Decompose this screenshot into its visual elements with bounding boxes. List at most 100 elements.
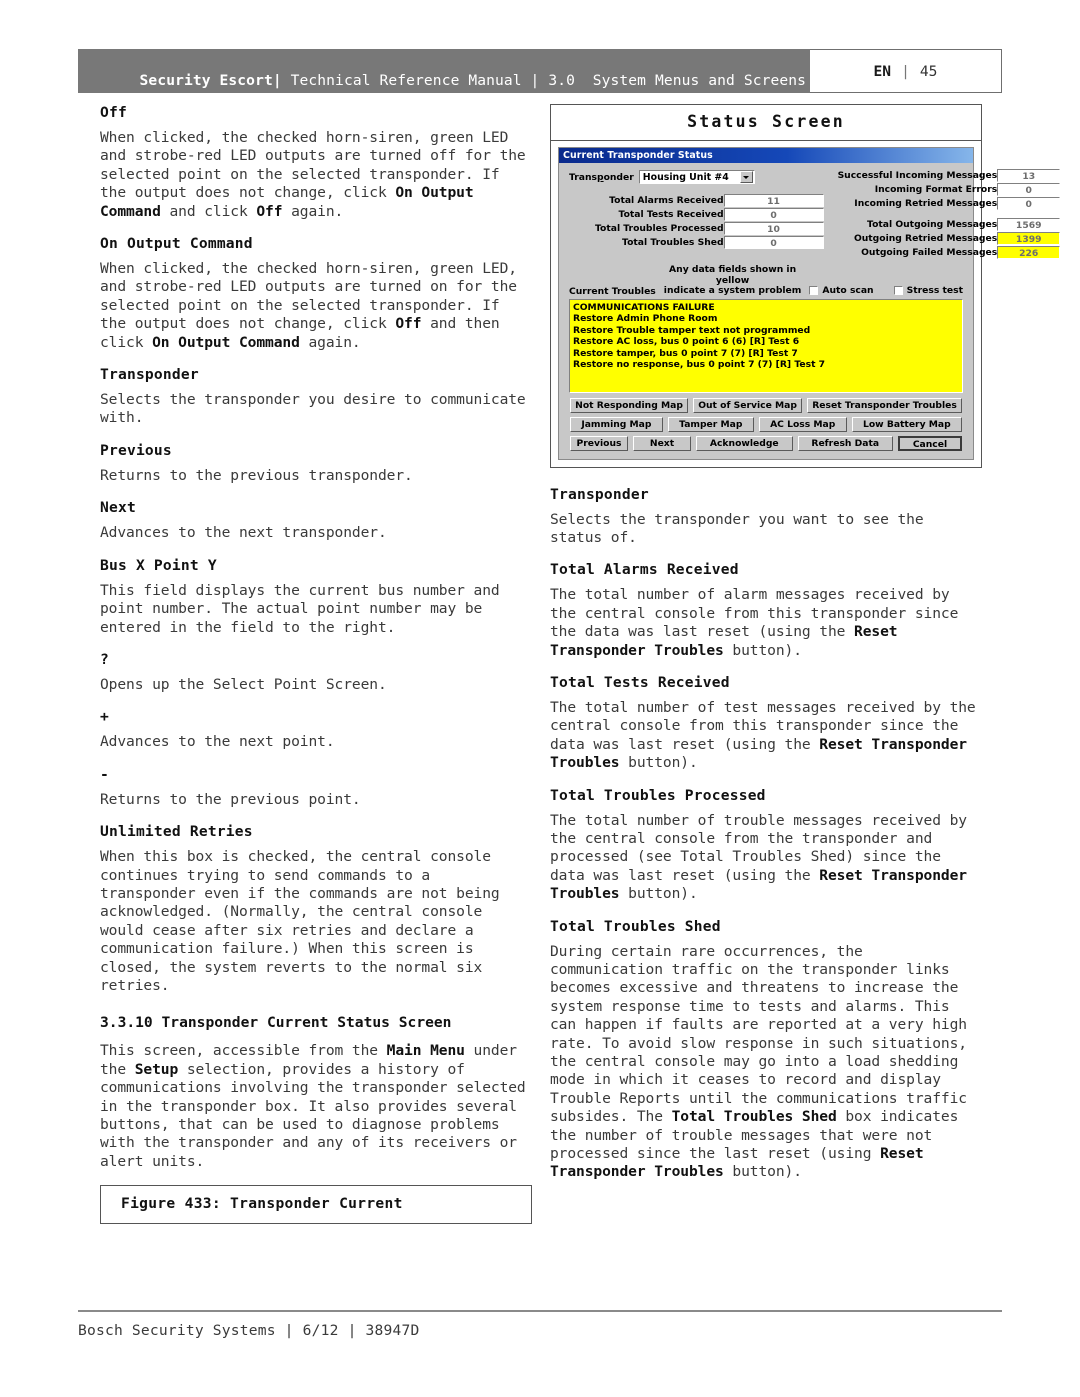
desc-off: When clicked, the checked horn-siren, gr… [100,129,526,220]
field-label: Successful Incoming Messages [837,169,998,181]
previous-button[interactable]: Previous [570,435,628,451]
header-language: EN [873,62,892,80]
page-header: Security Escort| Technical Reference Man… [78,49,1002,93]
desc-next: Advances to the next transponder. [100,524,387,542]
field-label: Total Alarms Received [609,194,724,206]
chevron-down-icon[interactable] [739,171,753,183]
ref-total-troubles-shed: Total Troubles Shed [671,1108,837,1126]
transponder-label: Transponder [569,171,634,183]
section-heading-3-3-10: 3.3.10 Transponder Current Status Screen [100,1013,532,1033]
jamming-map-button[interactable]: Jamming Map [570,416,663,432]
transponder-dropdown[interactable]: Housing Unit #4 [638,170,755,184]
term-bus-x-point-y: Bus X Point Y [100,556,217,574]
desc-bus-x-point-y: This field displays the current bus numb… [100,581,500,636]
footer-divider [78,1310,1002,1312]
next-button[interactable]: Next [633,435,691,451]
ref-off: Off [256,202,283,220]
dialog-button-row-2: Jamming Map Tamper Map AC Loss Map Low B… [570,416,963,432]
field-label: Outgoing Failed Messages [861,246,998,258]
term-previous: Previous [100,441,172,459]
checkbox-box-icon[interactable] [893,285,903,295]
table-row: Total Tests Received 0 [595,207,824,221]
figure-image-area: Current Transponder Status Transponder H… [551,141,1061,467]
transponder-select-row: Transponder Housing Unit #4 [569,170,824,184]
desc-unlimited-retries: When this box is checked, the central co… [100,848,500,994]
list-item[interactable]: Restore Trouble tamper text not programm… [573,325,959,337]
section-number: 3.3.10 [100,1014,153,1032]
desc-question-mark: Opens up the Select Point Screen. [100,675,387,693]
term-on-output-command: On Output Command [100,235,253,253]
term-total-troubles-processed: Total Troubles Processed [550,786,766,804]
ref-on-output-command-2: On Output Command [152,333,300,351]
desc-transponder: Selects the transponder you desire to co… [100,391,526,427]
transponder-selected-value: Housing Unit #4 [642,171,729,183]
term-unlimited-retries: Unlimited Retries [100,823,253,841]
ac-loss-map-button[interactable]: AC Loss Map [758,416,847,432]
term-transponder-right: Transponder [550,485,649,503]
desc-previous: Returns to the previous transponder. [100,466,413,484]
list-item[interactable]: Restore Admin Phone Room [573,313,959,325]
desc-minus: Returns to the previous point. [100,790,361,808]
figure-status-screen: Status Screen Current Transponder Status… [550,104,1061,468]
field-value-total-troubles-shed[interactable]: 0 [723,235,824,249]
figure-caption-box: Figure 433: Transponder Current [100,1185,532,1225]
refresh-data-button[interactable]: Refresh Data [797,435,893,451]
table-row: Total Alarms Received 11 [595,193,824,207]
left-counters-table: Total Alarms Received 11 Total Tests Rec… [595,193,824,249]
reset-transponder-troubles-button[interactable]: Reset Transponder Troubles [807,397,962,413]
table-row: Total Troubles Processed 10 [595,221,824,235]
ref-off-2: Off [395,315,422,333]
list-item[interactable]: Restore tamper, bus 0 point 7 (7) [R] Te… [573,348,959,360]
out-of-service-map-button[interactable]: Out of Service Map [693,397,803,413]
cancel-button[interactable]: Cancel [897,435,962,451]
current-troubles-list[interactable]: COMMUNICATIONS FAILURE Restore Admin Pho… [569,298,963,393]
section-intro: This screen, accessible from the Main Me… [100,1042,526,1170]
checkbox-box-icon[interactable] [809,285,819,295]
term-plus: + [100,708,109,726]
field-value-total-troubles-processed[interactable]: 10 [723,221,824,235]
list-item[interactable]: COMMUNICATIONS FAILURE [573,302,959,314]
field-value-total-alarms-received[interactable]: 11 [723,193,824,207]
table-row: Total Troubles Shed 0 [595,235,824,249]
table-row: Outgoing Retried Messages 1399 [838,231,1061,245]
field-value-successful-incoming-messages[interactable]: 13 [997,168,1061,182]
checkbox-auto-scan[interactable]: Auto scan [809,285,874,296]
dialog-checkbox-group: Auto scan Stress test [809,285,963,297]
field-label: Outgoing Retried Messages [853,232,998,244]
low-battery-map-button[interactable]: Low Battery Map [851,416,963,432]
field-label: Incoming Format Errors [874,183,998,195]
table-row: Total Outgoing Messages 1569 [838,217,1061,231]
list-item[interactable]: Restore AC loss, bus 0 point 6 (6) [R] T… [573,336,959,348]
figure-title: Status Screen [551,105,981,141]
right-column: Status Screen Current Transponder Status… [550,104,1061,1196]
not-responding-map-button[interactable]: Not Responding Map [570,397,689,413]
right-counters-table: Successful Incoming Messages 13 Incoming… [838,168,1061,259]
acknowledge-button[interactable]: Acknowledge [696,435,793,451]
term-off: Off [100,104,127,121]
term-total-alarms-received: Total Alarms Received [550,561,739,579]
figure-caption-text: Figure 433: Transponder Current [121,1195,403,1213]
troubles-note-row: Current Troubles Any data fields shown i… [569,264,963,297]
header-page-separator: | [901,62,910,80]
dialog-body: Transponder Housing Unit #4 Total Alarms… [559,163,1061,451]
list-item[interactable]: Restore no response, bus 0 point 7 (7) [… [573,359,959,371]
tamper-map-button[interactable]: Tamper Map [667,416,754,432]
ref-main-menu: Main Menu [386,1042,465,1060]
field-value-total-tests-received[interactable]: 0 [723,207,824,221]
header-language-page: EN | 45 [810,49,1002,93]
header-separator: | [272,71,282,89]
field-value-incoming-format-errors[interactable]: 0 [997,182,1061,196]
checkbox-stress-test[interactable]: Stress test [893,285,963,296]
field-value-incoming-retried-messages[interactable]: 0 [997,196,1061,210]
dialog-titlebar: Current Transponder Status [559,148,973,163]
yellow-legend-note: Any data fields shown in yellow indicate… [656,264,810,297]
table-row: Outgoing Failed Messages 226 [838,245,1061,259]
header-brand: Security Escort [139,71,273,89]
field-value-total-outgoing-messages[interactable]: 1569 [997,217,1061,231]
field-value-outgoing-retried-messages[interactable]: 1399 [997,231,1061,245]
desc-total-troubles-processed: The total number of trouble messages rec… [550,811,967,903]
field-label: Total Tests Received [618,208,724,220]
desc-total-tests-received: The total number of test messages receiv… [550,698,976,772]
field-value-outgoing-failed-messages[interactable]: 226 [997,245,1061,259]
term-total-troubles-shed: Total Troubles Shed [550,917,721,935]
